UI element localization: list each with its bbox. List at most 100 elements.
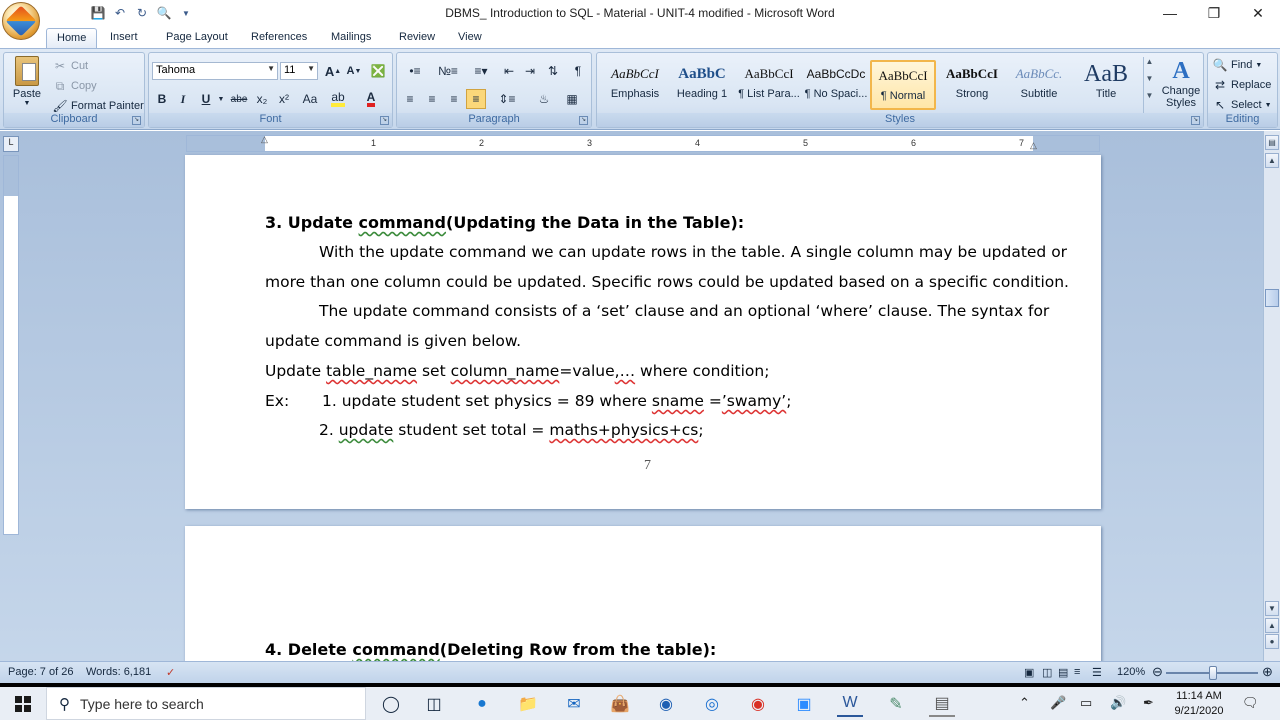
decrease-indent-button[interactable]: ⇤ (499, 61, 519, 81)
word-count[interactable]: Words: 6,181 (86, 666, 151, 678)
bullets-button[interactable]: •≡ (400, 61, 430, 81)
bold-button[interactable]: B (152, 89, 172, 109)
styles-gallery-scroll[interactable]: ▲ ▼ ▼ (1143, 57, 1155, 113)
page-count[interactable]: Page: 7 of 26 (8, 666, 73, 678)
start-button[interactable] (0, 687, 46, 720)
tab-insert[interactable]: Insert (100, 28, 148, 48)
font-launcher-icon[interactable]: ↘ (380, 116, 389, 125)
style-title[interactable]: AaB Title (1073, 60, 1139, 110)
style-list-paragraph[interactable]: AaBbCcI ¶ List Para... (736, 60, 802, 110)
microphone-icon[interactable]: 🎤 (1050, 695, 1066, 711)
shading-button[interactable]: ♨ (531, 89, 557, 109)
change-styles-button[interactable]: A Change Styles (1159, 57, 1203, 115)
style-emphasis[interactable]: AaBbCcI Emphasis (602, 60, 668, 110)
tab-selector[interactable]: L (3, 136, 19, 152)
tab-home[interactable]: Home (46, 28, 98, 48)
paste-dropdown-icon[interactable]: ▼ (8, 100, 46, 107)
chevron-up-icon[interactable]: ▲ (1144, 57, 1155, 66)
previous-page-icon[interactable]: ▲ (1265, 618, 1279, 633)
app-icon[interactable]: ◎ (699, 691, 725, 717)
taskbar-search[interactable]: ⚲ Type here to search (46, 687, 366, 720)
scroll-down-icon[interactable]: ▼ (1265, 601, 1279, 616)
document-page[interactable]: 3. Update command(Updating the Data in t… (185, 155, 1101, 509)
scroll-up-icon[interactable]: ▲ (1265, 153, 1279, 168)
view-ruler-icon[interactable]: ▤ (1265, 135, 1279, 150)
web-layout-icon[interactable]: ▤ (1058, 666, 1068, 679)
word-icon[interactable]: W (837, 691, 863, 717)
cut-button[interactable]: ✂ Cut (52, 57, 88, 75)
screen-recorder-icon[interactable]: ▤ (929, 691, 955, 717)
close-button[interactable]: ✕ (1236, 0, 1280, 26)
replace-button[interactable]: ⇄ Replace (1212, 76, 1271, 94)
shrink-font-button[interactable]: A ▼ (344, 61, 364, 81)
outline-icon[interactable]: ≡ (1074, 666, 1080, 678)
zoom-level[interactable]: 120% (1117, 666, 1145, 678)
cortana-icon[interactable]: ◯ (378, 691, 404, 717)
mail-icon[interactable]: ✉ (561, 691, 587, 717)
print-layout-icon[interactable]: ▣ (1024, 666, 1034, 679)
align-left-button[interactable]: ≡ (400, 89, 420, 109)
zoom-in-icon[interactable]: ⊕ (1262, 664, 1273, 680)
sort-button[interactable]: ⇅ (543, 61, 563, 81)
justify-button[interactable]: ≡ (466, 89, 486, 109)
document-area[interactable]: L △ △ 1 2 3 4 5 6 7 3. Update command(Up… (0, 131, 1280, 666)
minimize-button[interactable]: — (1148, 0, 1192, 26)
tab-references[interactable]: References (241, 28, 317, 48)
align-right-button[interactable]: ≡ (444, 89, 464, 109)
notepad-icon[interactable]: ✎ (883, 691, 909, 717)
zoom-out-icon[interactable]: ⊖ (1152, 664, 1163, 680)
select-button[interactable]: ↖ Select ▼ (1212, 96, 1272, 114)
show-hidden-icons-icon[interactable]: ⌃ (1019, 695, 1030, 711)
paste-button[interactable]: Paste ▼ (8, 56, 46, 112)
numbering-button[interactable]: №≡ (433, 61, 463, 81)
increase-indent-button[interactable]: ⇥ (520, 61, 540, 81)
style-normal[interactable]: AaBbCcI ¶ Normal (870, 60, 936, 110)
tab-review[interactable]: Review (389, 28, 445, 48)
file-explorer-icon[interactable]: 📁 (515, 691, 541, 717)
line-spacing-button[interactable]: ⇕≡ (493, 89, 521, 109)
clipboard-launcher-icon[interactable]: ↘ (132, 116, 141, 125)
find-button[interactable]: 🔍 Find ▼ (1212, 56, 1263, 74)
vertical-scrollbar[interactable]: ▤ ▲ ▼ ▲ ● (1263, 131, 1280, 661)
highlight-button[interactable]: ab (328, 89, 348, 109)
tab-mailings[interactable]: Mailings (321, 28, 381, 48)
select-browse-object-icon[interactable]: ● (1265, 634, 1279, 649)
underline-dropdown-icon[interactable]: ▼ (211, 89, 231, 109)
more-styles-icon[interactable]: ▼ (1144, 91, 1155, 100)
font-color-button[interactable]: A (361, 89, 381, 109)
italic-button[interactable]: I (173, 89, 193, 109)
style-heading-1[interactable]: AaBbC Heading 1 (669, 60, 735, 110)
show-marks-button[interactable]: ¶ (568, 61, 588, 81)
task-view-icon[interactable]: ◫ (421, 691, 447, 717)
draft-icon[interactable]: ☰ (1092, 666, 1102, 679)
scroll-thumb[interactable] (1265, 289, 1279, 307)
font-size-select[interactable]: 11 ▼ (280, 62, 318, 80)
office-button[interactable] (2, 2, 40, 40)
edge-icon[interactable]: ● (469, 691, 495, 717)
browser-icon[interactable]: ◉ (653, 691, 679, 717)
proofing-icon[interactable]: ✓ (166, 666, 175, 679)
copy-button[interactable]: ⧉ Copy (52, 77, 97, 95)
grow-font-button[interactable]: A ▲ (323, 61, 343, 81)
restore-button[interactable]: ❐ (1192, 0, 1236, 26)
right-indent-marker-icon[interactable]: △ (1030, 140, 1037, 151)
styles-launcher-icon[interactable]: ↘ (1191, 116, 1200, 125)
borders-button[interactable]: ▦ (559, 89, 585, 109)
superscript-button[interactable]: x² (274, 89, 294, 109)
font-name-select[interactable]: Tahoma ▼ (152, 62, 278, 80)
style-subtitle[interactable]: AaBbCc. Subtitle (1006, 60, 1072, 110)
align-center-button[interactable]: ≡ (422, 89, 442, 109)
clear-formatting-button[interactable]: ❎ (368, 61, 388, 81)
strikethrough-button[interactable]: abe (229, 89, 249, 109)
zoom-slider-thumb[interactable] (1209, 666, 1217, 680)
tab-page-layout[interactable]: Page Layout (156, 28, 238, 48)
style-strong[interactable]: AaBbCcI Strong (939, 60, 1005, 110)
tab-view[interactable]: View (448, 28, 492, 48)
chrome-icon[interactable]: ◉ (745, 691, 771, 717)
indent-marker-icon[interactable]: △ (261, 134, 268, 145)
battery-icon[interactable]: ▭ (1080, 695, 1092, 711)
document-page[interactable]: 4. Delete command(Deleting Row from the … (185, 526, 1101, 666)
style-no-spacing[interactable]: AaBbCcDc ¶ No Spaci... (803, 60, 869, 110)
multilevel-list-button[interactable]: ≡▾ (466, 61, 496, 81)
horizontal-ruler[interactable]: △ △ 1 2 3 4 5 6 7 (186, 134, 1100, 152)
